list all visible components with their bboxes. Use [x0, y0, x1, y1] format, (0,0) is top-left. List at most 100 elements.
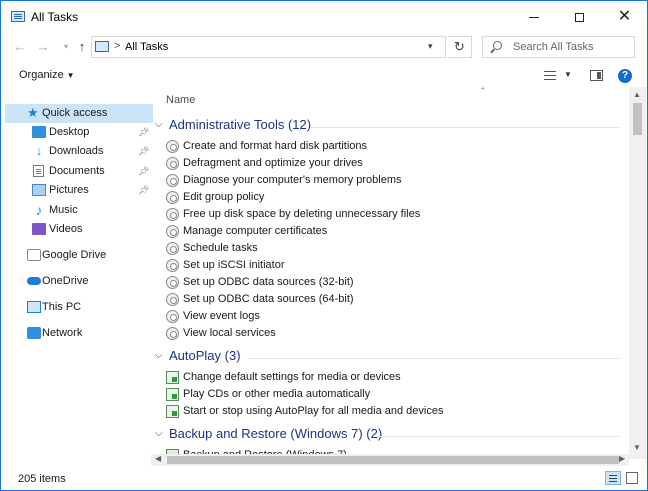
- sidebar-item-network[interactable]: Network: [5, 324, 153, 343]
- admin-tools-icon: [166, 191, 179, 204]
- item-label: Play CDs or other media automatically: [183, 388, 371, 400]
- sidebar-item-label: Videos: [49, 223, 83, 235]
- vertical-scroll-thumb[interactable]: [633, 103, 642, 135]
- navigation-pane: ★ Quick access Desktop 📌︎ ↓ Downloads 📌︎…: [5, 101, 153, 461]
- item-label: Set up ODBC data sources (32-bit): [183, 276, 354, 288]
- list-item[interactable]: Edit group policy: [166, 189, 606, 206]
- list-item[interactable]: Start or stop using AutoPlay for all med…: [166, 403, 606, 420]
- group-title: AutoPlay (3): [169, 348, 241, 363]
- pictures-icon: [32, 184, 46, 196]
- sidebar-item-label: Downloads: [49, 145, 104, 157]
- chevron-down-icon: ⌵: [155, 350, 163, 361]
- sidebar-item-google-drive[interactable]: Google Drive: [5, 246, 153, 265]
- sort-ascending-icon: ⌃: [479, 86, 487, 96]
- group-title: Administrative Tools (12): [169, 117, 312, 132]
- item-label: Change default settings for media or dev…: [183, 371, 401, 383]
- group-header-administrative-tools[interactable]: ⌵ Administrative Tools (12): [155, 117, 625, 137]
- back-button[interactable]: ←: [11, 38, 29, 56]
- list-item[interactable]: View event logs: [166, 308, 606, 325]
- downloads-icon: ↓: [35, 143, 43, 158]
- scroll-down-icon[interactable]: ▼: [633, 443, 641, 452]
- list-item[interactable]: Manage computer certificates: [166, 223, 606, 240]
- this-pc-icon: [27, 301, 41, 313]
- sidebar-item-pictures[interactable]: Pictures 📌︎: [5, 181, 153, 200]
- sidebar-item-quick-access[interactable]: ★ Quick access: [5, 104, 153, 123]
- vertical-scrollbar[interactable]: ▲ ▼: [629, 87, 646, 459]
- admin-tools-icon: [166, 140, 179, 153]
- list-item[interactable]: Set up ODBC data sources (32-bit): [166, 274, 606, 291]
- sidebar-item-desktop[interactable]: Desktop 📌︎: [5, 123, 153, 142]
- list-item[interactable]: Change default settings for media or dev…: [166, 369, 606, 386]
- address-bar[interactable]: > All Tasks ▾: [91, 36, 446, 58]
- file-list: ⌃ Name ⌵ Administrative Tools (12) Creat…: [151, 86, 631, 458]
- breadcrumb-all-tasks[interactable]: All Tasks: [125, 41, 168, 53]
- list-item[interactable]: Create and format hard disk partitions: [166, 138, 606, 155]
- sidebar-item-music[interactable]: ♪ Music: [5, 201, 153, 220]
- star-icon: ★: [27, 105, 39, 120]
- list-item[interactable]: Set up iSCSI initiator: [166, 257, 606, 274]
- sidebar-item-documents[interactable]: Documents 📌︎: [5, 162, 153, 181]
- details-view-icon[interactable]: [605, 471, 621, 485]
- pin-icon[interactable]: 📌︎: [138, 166, 149, 177]
- admin-tools-icon: [166, 259, 179, 272]
- preview-pane-button[interactable]: [590, 70, 603, 81]
- sidebar-item-this-pc[interactable]: This PC: [5, 298, 153, 317]
- scroll-right-icon[interactable]: ▶: [619, 454, 625, 463]
- up-button[interactable]: ↑: [73, 38, 91, 56]
- control-panel-icon: [95, 41, 109, 52]
- admin-tools-icon: [166, 174, 179, 187]
- large-icons-view-icon[interactable]: [626, 472, 638, 484]
- forward-button[interactable]: →: [34, 38, 52, 56]
- search-input[interactable]: [513, 40, 631, 54]
- chevron-down-icon: ▼: [66, 71, 75, 80]
- group-header-autoplay[interactable]: ⌵ AutoPlay (3): [155, 348, 625, 368]
- pin-icon[interactable]: 📌︎: [138, 185, 149, 196]
- close-icon: ✕: [617, 8, 632, 25]
- list-item[interactable]: Play CDs or other media automatically: [166, 386, 606, 403]
- sidebar-item-onedrive[interactable]: OneDrive: [5, 272, 153, 291]
- refresh-button[interactable]: ↻: [448, 36, 472, 58]
- sidebar-item-label: Quick access: [42, 107, 108, 119]
- horizontal-scrollbar[interactable]: ◀ ▶: [151, 454, 629, 466]
- pin-icon[interactable]: 📌︎: [138, 146, 149, 157]
- close-button[interactable]: ✕: [602, 1, 647, 33]
- organize-button[interactable]: Organize ▼: [19, 69, 75, 81]
- documents-icon: [33, 165, 44, 177]
- address-row: ← → ▾ ↑ > All Tasks ▾ ↻: [1, 33, 647, 61]
- onedrive-icon: [27, 277, 41, 285]
- list-item[interactable]: Schedule tasks: [166, 240, 606, 257]
- item-label: View local services: [183, 327, 276, 339]
- sidebar-item-label: Pictures: [49, 184, 89, 196]
- help-icon[interactable]: ?: [618, 69, 632, 83]
- list-item[interactable]: View local services: [166, 325, 606, 342]
- view-options-dropdown[interactable]: ▼: [564, 70, 572, 79]
- column-header-name[interactable]: Name: [166, 94, 195, 106]
- google-drive-icon: [27, 249, 41, 261]
- item-label: Defragment and optimize your drives: [183, 157, 363, 169]
- list-item[interactable]: Defragment and optimize your drives: [166, 155, 606, 172]
- list-item[interactable]: Free up disk space by deleting unnecessa…: [166, 206, 606, 223]
- pin-icon[interactable]: 📌︎: [138, 127, 149, 138]
- sidebar-item-downloads[interactable]: ↓ Downloads 📌︎: [5, 142, 153, 161]
- breadcrumb-chevron-icon[interactable]: >: [114, 40, 120, 52]
- admin-tools-icon: [166, 327, 179, 340]
- group-header-backup-and-restore[interactable]: ⌵ Backup and Restore (Windows 7) (2): [155, 426, 625, 446]
- maximize-button[interactable]: [557, 1, 602, 33]
- admin-tools-icon: [166, 276, 179, 289]
- group-divider: [377, 436, 619, 437]
- sidebar-item-videos[interactable]: Videos: [5, 220, 153, 239]
- horizontal-scroll-thumb[interactable]: [167, 456, 619, 464]
- sidebar-item-label: Documents: [49, 165, 105, 177]
- explorer-window: All Tasks ✕ ← → ▾ ↑ > All Tasks ▾ ↻ Orga…: [0, 0, 648, 491]
- change-view-icon[interactable]: [544, 71, 556, 80]
- list-item[interactable]: Diagnose your computer's memory problems: [166, 172, 606, 189]
- item-label: Diagnose your computer's memory problems: [183, 174, 402, 186]
- search-box[interactable]: [482, 36, 635, 58]
- status-bar: 205 items: [1, 467, 647, 490]
- address-dropdown-icon[interactable]: ▾: [428, 41, 433, 52]
- list-item[interactable]: Set up ODBC data sources (64-bit): [166, 291, 606, 308]
- window-title: All Tasks: [31, 10, 79, 24]
- scroll-up-icon[interactable]: ▲: [633, 90, 641, 99]
- minimize-button[interactable]: [511, 1, 556, 33]
- scroll-left-icon[interactable]: ◀: [155, 454, 161, 463]
